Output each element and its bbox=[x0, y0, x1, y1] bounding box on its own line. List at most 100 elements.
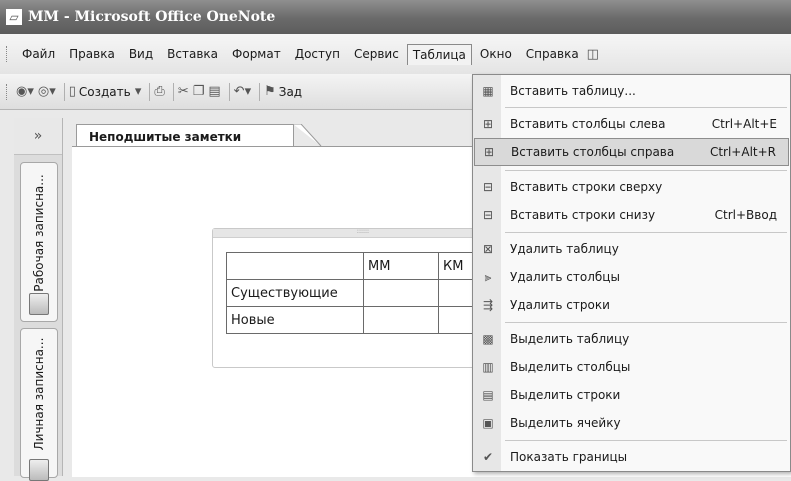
toolbar-separator bbox=[63, 82, 65, 101]
table-cell[interactable]: Новые bbox=[226, 306, 364, 334]
new-page-icon: ▯ bbox=[68, 84, 76, 99]
menu-item-insert-rows-above[interactable]: ⊟ Вставить строки сверху bbox=[474, 173, 789, 201]
copy-icon[interactable]: ❐ bbox=[193, 81, 205, 103]
cut-icon[interactable]: ✂ bbox=[178, 81, 189, 103]
menu-file[interactable]: Файл bbox=[16, 44, 61, 64]
notebook-tab-label: Рабочая записна... bbox=[32, 173, 46, 292]
forward-icon[interactable]: ◎▾ bbox=[38, 81, 56, 103]
table-cell[interactable] bbox=[363, 279, 439, 307]
table-icon: ▦ bbox=[482, 84, 494, 98]
tasks-button[interactable]: ⚑ Зад bbox=[264, 81, 302, 103]
menu-separator bbox=[505, 232, 787, 233]
menu-edit[interactable]: Правка bbox=[63, 44, 121, 64]
onenote-app-icon[interactable]: ▱ bbox=[6, 9, 22, 25]
menu-item-shortcut: Ctrl+Ввод bbox=[714, 208, 777, 222]
restore-window-icon[interactable]: ◫ bbox=[587, 43, 599, 65]
menu-view[interactable]: Вид bbox=[123, 44, 159, 64]
menu-separator bbox=[505, 107, 787, 108]
collapse-pane-button[interactable]: » bbox=[14, 118, 62, 155]
menu-item-label: Показать границы bbox=[510, 450, 628, 464]
menu-item-delete-rows[interactable]: ⇶ Удалить строки bbox=[474, 291, 789, 319]
table-cell[interactable]: ММ bbox=[363, 252, 439, 280]
tasks-label: Зад bbox=[278, 84, 303, 99]
menu-help[interactable]: Справка bbox=[520, 44, 585, 64]
menu-item-label: Вставить столбцы справа bbox=[511, 145, 675, 159]
menu-item-insert-columns-right[interactable]: ⊞ Вставить столбцы справа Ctrl+Alt+R bbox=[474, 138, 789, 166]
table-cell[interactable] bbox=[226, 252, 364, 280]
menu-separator bbox=[505, 170, 787, 171]
notebook-icon bbox=[29, 293, 49, 315]
delete-table-icon: ⊠ bbox=[482, 242, 494, 256]
section-tab-unfiled-notes[interactable]: Неподшитые заметки bbox=[76, 124, 294, 146]
notebook-tab-work[interactable]: Рабочая записна... bbox=[20, 162, 58, 322]
menu-item-insert-columns-left[interactable]: ⊞ Вставить столбцы слева Ctrl+Alt+E bbox=[474, 110, 789, 138]
menu-item-select-table[interactable]: ▩ Выделить таблицу bbox=[474, 325, 789, 353]
menu-item-label: Вставить строки сверху bbox=[510, 180, 663, 194]
note-table[interactable]: ММ КМ Существующие Новые bbox=[226, 252, 478, 334]
menu-item-label: Вставить столбцы слева bbox=[510, 117, 666, 131]
back-icon[interactable]: ◉▾ bbox=[16, 81, 34, 103]
menu-item-label: Выделить строки bbox=[510, 388, 621, 402]
note-container-handle[interactable]: :::::: bbox=[213, 229, 513, 238]
notebook-icon bbox=[29, 459, 49, 481]
flag-icon: ⚑ bbox=[264, 84, 276, 99]
menu-item-label: Удалить таблицу bbox=[510, 242, 619, 256]
create-button[interactable]: ▯ Создать ▾ bbox=[69, 81, 142, 103]
window-title: ММ - Microsoft Office OneNote bbox=[28, 9, 276, 25]
undo-icon[interactable]: ↶▾ bbox=[234, 81, 251, 103]
menu-tools[interactable]: Сервис bbox=[348, 44, 405, 64]
table-menu-dropdown: ▦ Вставить таблицу... ⊞ Вставить столбцы… bbox=[472, 74, 791, 472]
select-columns-icon: ▥ bbox=[482, 360, 494, 374]
toolbar-separator bbox=[172, 82, 174, 101]
table-cell[interactable]: Существующие bbox=[226, 279, 364, 307]
toolbar-separator bbox=[149, 82, 151, 101]
menu-item-label: Выделить столбцы bbox=[510, 360, 631, 374]
menu-bar: Файл Правка Вид Вставка Формат Доступ Се… bbox=[0, 34, 791, 74]
menu-item-label: Выделить ячейку bbox=[510, 416, 621, 430]
menu-grip[interactable] bbox=[6, 46, 10, 62]
menu-item-select-cell[interactable]: ▣ Выделить ячейку bbox=[474, 409, 789, 437]
menu-item-label: Вставить строки снизу bbox=[510, 208, 656, 222]
select-rows-icon: ▤ bbox=[482, 388, 494, 402]
menu-item-insert-table[interactable]: ▦ Вставить таблицу... bbox=[474, 77, 789, 105]
menu-item-shortcut: Ctrl+Alt+R bbox=[709, 145, 776, 159]
title-bar: ▱ ММ - Microsoft Office OneNote bbox=[0, 0, 791, 34]
paste-icon[interactable]: ▤ bbox=[208, 81, 220, 103]
table-row: Новые bbox=[226, 306, 478, 334]
menu-item-select-rows[interactable]: ▤ Выделить строки bbox=[474, 381, 789, 409]
insert-rows-above-icon: ⊟ bbox=[482, 180, 494, 194]
notebook-navigation-pane: » Рабочая записна... Личная записна... bbox=[14, 118, 63, 481]
create-label: Создать bbox=[78, 84, 131, 99]
menu-format[interactable]: Формат bbox=[226, 44, 287, 64]
select-table-icon: ▩ bbox=[482, 332, 494, 346]
menu-item-label: Вставить таблицу... bbox=[510, 84, 636, 98]
insert-columns-left-icon: ⊞ bbox=[482, 117, 494, 131]
delete-columns-icon: ⫸ bbox=[484, 269, 492, 284]
menu-insert[interactable]: Вставка bbox=[161, 44, 224, 64]
menu-item-delete-table[interactable]: ⊠ Удалить таблицу bbox=[474, 235, 789, 263]
menu-item-select-columns[interactable]: ▥ Выделить столбцы bbox=[474, 353, 789, 381]
insert-columns-right-icon: ⊞ bbox=[483, 145, 495, 159]
menu-item-insert-rows-below[interactable]: ⊟ Вставить строки снизу Ctrl+Ввод bbox=[474, 201, 789, 229]
toolbar-grip[interactable] bbox=[6, 83, 10, 100]
table-cell[interactable] bbox=[363, 306, 439, 334]
menu-item-label: Выделить таблицу bbox=[510, 332, 630, 346]
section-tab-edge bbox=[293, 124, 322, 147]
delete-rows-icon: ⇶ bbox=[482, 298, 494, 312]
notebook-tab-label: Личная записна... bbox=[32, 337, 46, 451]
notebook-tab-personal[interactable]: Личная записна... bbox=[20, 328, 58, 481]
checkmark-icon: ✔ bbox=[482, 450, 494, 464]
menu-separator bbox=[505, 322, 787, 323]
menu-item-shortcut: Ctrl+Alt+E bbox=[711, 117, 777, 131]
menu-item-delete-columns[interactable]: ⫸ Удалить столбцы bbox=[474, 263, 789, 291]
menu-table[interactable]: Таблица bbox=[406, 43, 472, 65]
menu-window[interactable]: Окно bbox=[474, 44, 518, 64]
toolbar-separator bbox=[259, 82, 261, 101]
menu-item-show-borders[interactable]: ✔ Показать границы bbox=[474, 443, 789, 471]
insert-rows-below-icon: ⊟ bbox=[482, 208, 494, 222]
table-row: ММ КМ bbox=[226, 252, 478, 280]
menu-separator bbox=[505, 440, 787, 441]
menu-share[interactable]: Доступ bbox=[289, 44, 346, 64]
print-icon[interactable]: ⎙ bbox=[154, 81, 164, 103]
menu-item-label: Удалить строки bbox=[510, 298, 610, 312]
